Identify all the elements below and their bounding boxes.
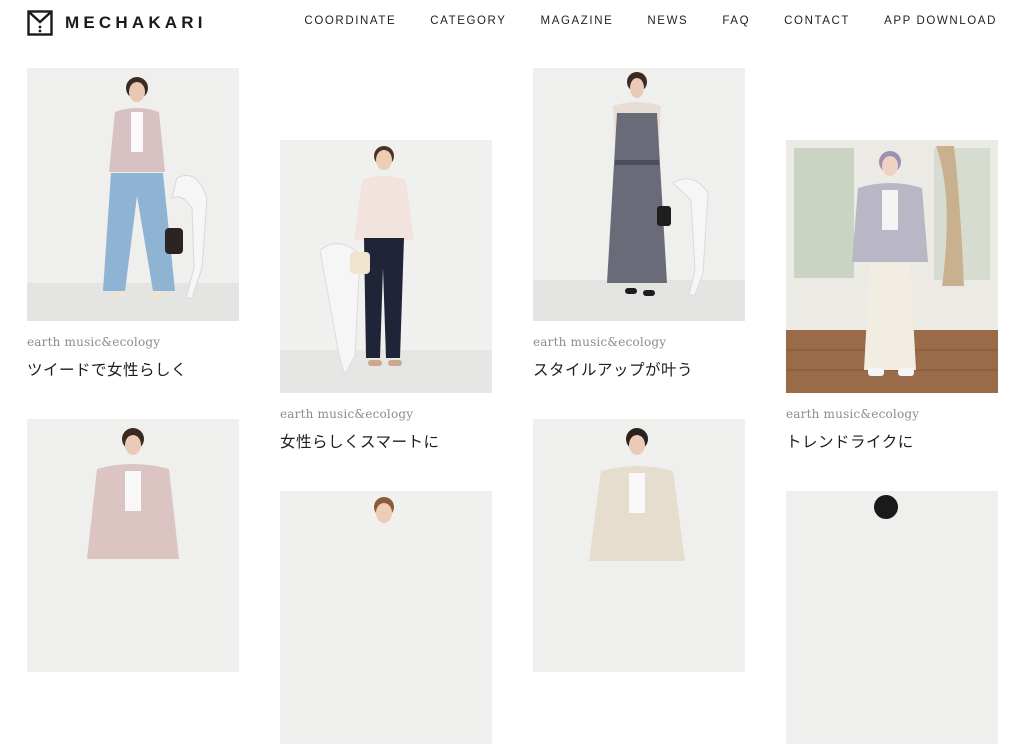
coordinate-photo[interactable] [786, 491, 998, 744]
nav-coordinate[interactable]: COORDINATE [304, 15, 396, 27]
coordinate-photo[interactable] [533, 68, 745, 321]
brand-name: earth music&ecology [280, 407, 414, 421]
coordinate-card[interactable]: earth music&ecology スタイルアップが叶う [533, 68, 745, 380]
coordinate-title: トレンドライクに [786, 434, 914, 451]
coordinate-title: ツイードで女性らしく [27, 362, 188, 379]
coordinate-card[interactable]: earth music&ecology 女性らしくスマートに [280, 140, 492, 452]
brand-name: earth music&ecology [533, 335, 667, 349]
nav-category[interactable]: CATEGORY [430, 15, 506, 27]
coordinate-card[interactable] [533, 419, 745, 672]
coordinate-card[interactable]: earth music&ecology ツイードで女性らしく [27, 68, 239, 380]
nav-news[interactable]: NEWS [647, 15, 688, 27]
coordinate-photo[interactable] [280, 140, 492, 393]
nav-faq[interactable]: FAQ [722, 15, 750, 27]
coordinate-title: スタイルアップが叶う [533, 362, 694, 379]
nav-magazine[interactable]: MAGAZINE [541, 15, 614, 27]
coordinate-photo[interactable] [27, 419, 239, 672]
coordinate-photo[interactable] [27, 68, 239, 321]
coordinate-card[interactable] [27, 419, 239, 672]
coordinate-card[interactable] [280, 491, 492, 744]
coordinate-card[interactable] [786, 491, 998, 744]
logo-text: MECHAKARI [65, 13, 207, 32]
site-header: MECHAKARI COORDINATE CATEGORY MAGAZINE N… [0, 0, 1024, 46]
nav-contact[interactable]: CONTACT [784, 15, 850, 27]
coordinate-photo[interactable] [786, 140, 998, 393]
brand-name: earth music&ecology [786, 407, 920, 421]
nav-app-download[interactable]: APP DOWNLOAD [884, 15, 997, 27]
mechakari-logo-icon [27, 10, 53, 36]
coordinate-photo[interactable] [280, 491, 492, 744]
coordinate-photo[interactable] [533, 419, 745, 672]
coordinate-title: 女性らしくスマートに [280, 434, 440, 451]
coordinate-card[interactable]: earth music&ecology トレンドライクに [786, 140, 998, 452]
brand-name: earth music&ecology [27, 335, 161, 349]
main-nav: COORDINATE CATEGORY MAGAZINE NEWS FAQ CO… [304, 15, 997, 27]
site-logo[interactable]: MECHAKARI [27, 10, 207, 36]
